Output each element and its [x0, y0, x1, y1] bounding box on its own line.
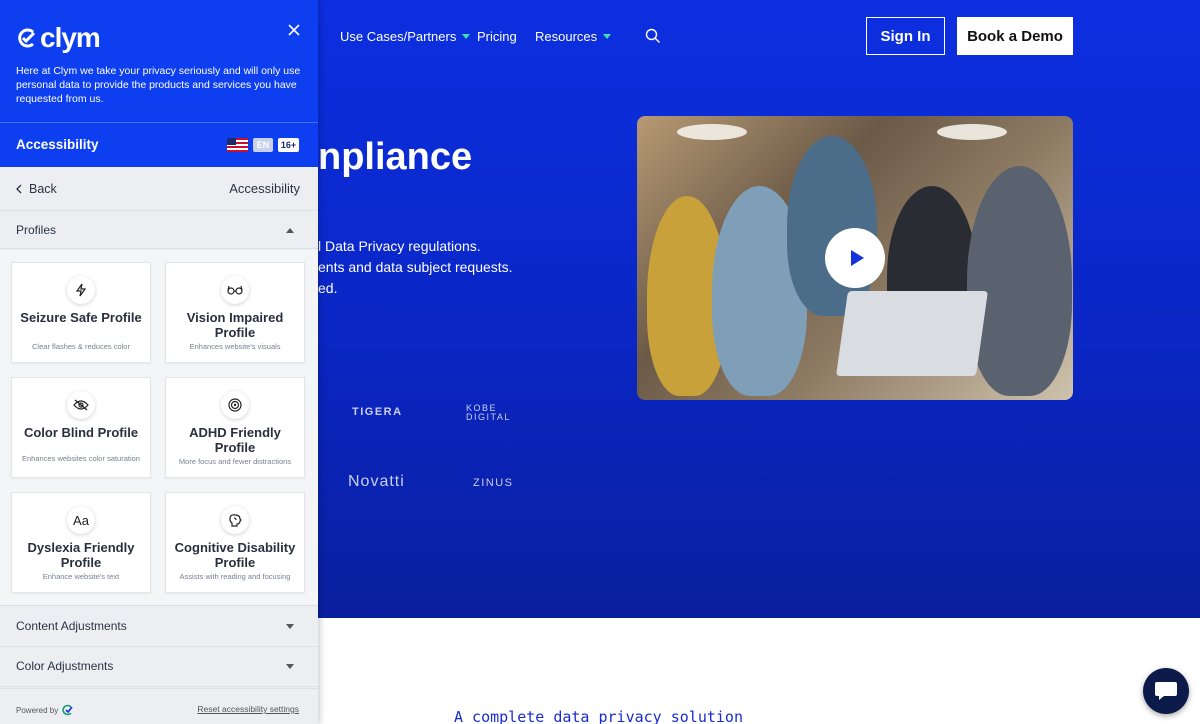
profile-title: Dyslexia Friendly Profile: [27, 540, 135, 570]
chevron-up-icon: [286, 228, 294, 233]
profile-desc: Enhance website's text: [42, 572, 120, 581]
chat-icon: [1155, 682, 1177, 700]
section-heading: A complete data privacy solution: [454, 708, 743, 724]
language-badge[interactable]: EN: [253, 138, 273, 152]
profile-card-dyslexia-friendly[interactable]: Aa Dyslexia Friendly Profile Enhance web…: [11, 492, 151, 593]
nav-pricing[interactable]: Pricing: [477, 29, 517, 44]
chevron-down-icon: [462, 34, 471, 39]
profile-desc: Assists with reading and focusing: [179, 572, 291, 581]
divider: [0, 122, 318, 123]
chevron-left-icon: [16, 184, 22, 194]
chevron-down-icon: [286, 624, 294, 629]
color-adjustments-toggle[interactable]: Color Adjustments: [0, 647, 318, 687]
profiles-label: Profiles: [16, 223, 57, 237]
clym-logo: clym: [16, 22, 101, 54]
back-label: Back: [29, 182, 57, 196]
profile-title: Seizure Safe Profile: [20, 310, 142, 325]
panel-header: clym Here at Clym we take your privacy s…: [0, 0, 318, 167]
age-badge[interactable]: 16+: [278, 138, 299, 152]
target-icon: [221, 391, 249, 419]
powered-by-label: Powered by: [16, 705, 59, 715]
clym-logo-icon: [18, 28, 36, 48]
hero-title: npliance: [318, 136, 473, 178]
partner-logo-zinus: ZINUS: [473, 477, 514, 489]
nav-use-cases-label: Use Cases/Partners: [340, 29, 457, 44]
search-icon[interactable]: [645, 28, 661, 44]
play-button[interactable]: [825, 228, 885, 288]
nav-pricing-label: Pricing: [477, 29, 517, 44]
chat-button[interactable]: [1143, 668, 1189, 714]
profile-card-seizure-safe[interactable]: Seizure Safe Profile Clear flashes & red…: [11, 262, 151, 363]
nav-resources-label: Resources: [535, 29, 598, 44]
panel-footer: Powered by Reset accessibility settings: [0, 688, 318, 724]
back-button[interactable]: Back: [16, 182, 57, 196]
profiles-section-toggle[interactable]: Profiles: [0, 211, 318, 249]
profile-title: Vision Impaired Profile: [186, 310, 284, 340]
book-demo-button[interactable]: Book a Demo: [957, 17, 1073, 55]
video-scene-lamp: [937, 124, 1007, 140]
chevron-down-icon: [603, 34, 612, 39]
video-scene-person: [787, 136, 877, 316]
hero-video[interactable]: [637, 116, 1073, 400]
profile-card-vision-impaired[interactable]: Vision Impaired Profile Enhances website…: [165, 262, 305, 363]
back-row: Back Accessibility: [0, 167, 318, 211]
glasses-icon: [221, 276, 249, 304]
video-scene-person: [967, 166, 1072, 396]
nav-resources[interactable]: Resources: [535, 29, 612, 44]
profile-card-color-blind[interactable]: Color Blind Profile Enhances websites co…: [11, 377, 151, 478]
profile-desc: Enhances websites color saturation: [22, 454, 140, 463]
bolt-icon: [67, 276, 95, 304]
clym-mark-icon[interactable]: [62, 704, 74, 716]
close-icon[interactable]: [286, 22, 302, 38]
chevron-down-icon: [286, 664, 294, 669]
hero-text-line: l Data Privacy regulations.: [318, 238, 481, 254]
profile-card-cognitive-disability[interactable]: Cognitive Disability Profile Assists wit…: [165, 492, 305, 593]
privacy-intro: Here at Clym we take your privacy seriou…: [16, 65, 301, 105]
profile-title: Cognitive Disability Profile: [174, 540, 296, 570]
partner-logo-tigera: TIGERA: [352, 406, 403, 418]
font-icon: Aa: [67, 506, 95, 534]
content-adjustments-label: Content Adjustments: [16, 619, 127, 633]
play-icon: [850, 250, 864, 266]
reset-accessibility-link[interactable]: Reset accessibility settings: [197, 704, 299, 714]
hero-text-line: ed.: [318, 280, 338, 296]
video-scene-lamp: [677, 124, 747, 140]
partner-logo-novatti: Novatti: [348, 473, 405, 490]
profile-title: Color Blind Profile: [23, 425, 139, 440]
accessibility-panel: clym Here at Clym we take your privacy s…: [0, 0, 318, 724]
profile-card-adhd-friendly[interactable]: ADHD Friendly Profile More focus and few…: [165, 377, 305, 478]
color-adjustments-label: Color Adjustments: [16, 659, 114, 673]
profile-title: ADHD Friendly Profile: [189, 425, 281, 455]
profile-desc: Enhances website's visuals: [189, 342, 281, 351]
eye-slash-icon: [67, 391, 95, 419]
breadcrumb-title: Accessibility: [229, 181, 300, 196]
sign-in-button[interactable]: Sign In: [866, 17, 945, 55]
profiles-grid: Seizure Safe Profile Clear flashes & red…: [0, 250, 318, 606]
profile-desc: More focus and fewer distractions: [178, 457, 292, 466]
accessibility-title: Accessibility: [16, 137, 99, 152]
video-scene-laptop: [836, 291, 988, 376]
hero-text-line: ents and data subject requests.: [318, 259, 513, 275]
nav-use-cases[interactable]: Use Cases/Partners: [340, 29, 471, 44]
brain-icon: [221, 506, 249, 534]
clym-logo-text: clym: [40, 22, 101, 53]
partner-logo-kobe: KOBE DIGITAL: [466, 403, 511, 422]
profile-desc: Clear flashes & reduces color: [32, 342, 130, 351]
powered-by: Powered by: [16, 704, 74, 716]
us-flag-icon[interactable]: [227, 138, 248, 152]
content-adjustments-toggle[interactable]: Content Adjustments: [0, 607, 318, 647]
